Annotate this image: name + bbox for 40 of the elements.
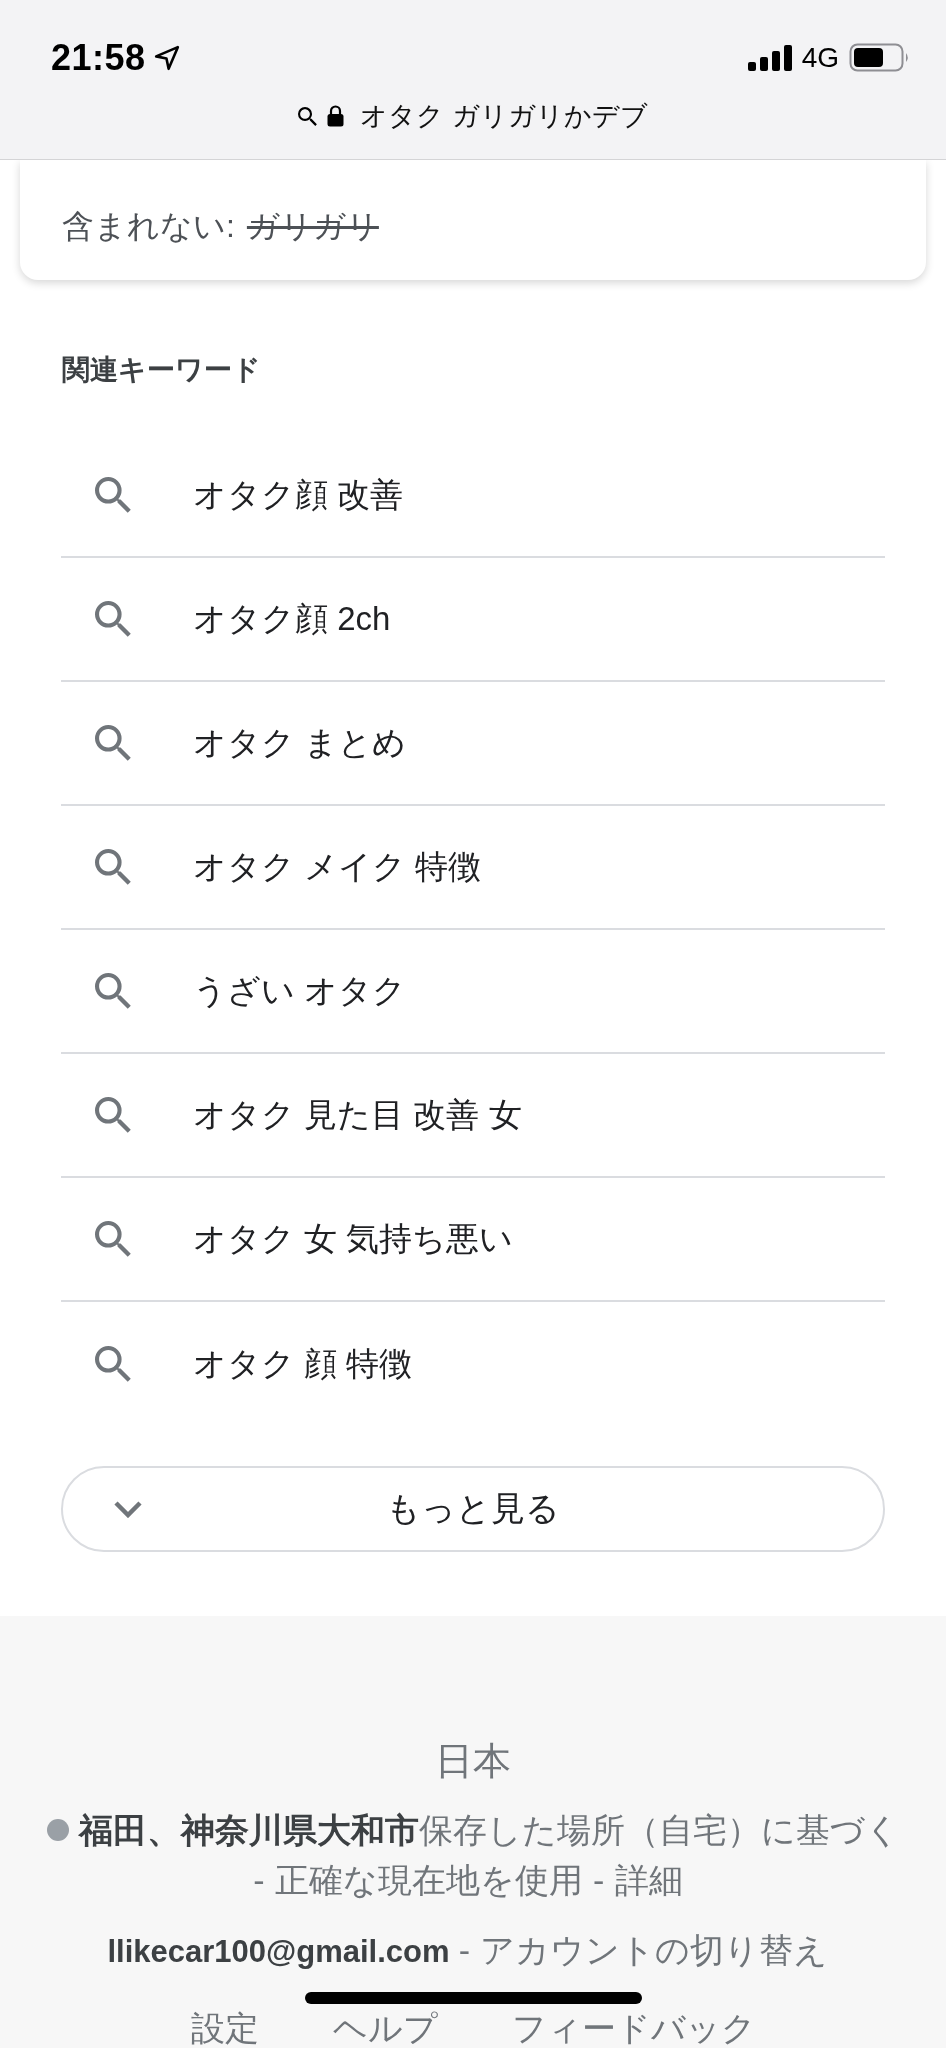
search-icon [95,725,131,761]
related-search-link[interactable]: オタク まとめ [61,682,885,806]
related-search-link[interactable]: オタク顔 改善 [61,434,885,558]
footer-link[interactable]: 正確な現在地を使用 [274,1861,583,1899]
section-title: 関連キーワード [62,354,261,386]
network-type: 4G [801,41,839,74]
location-text: 福田、神奈川県大和市保存した場所（自宅）に基づく [78,1810,900,1851]
footer-link[interactable]: 設定 [190,2008,259,2048]
search-icon [95,477,131,513]
related-search-link[interactable]: オタク 見た目 改善 女 [61,1054,885,1178]
related-search-link[interactable]: オタク顔 2ch [61,558,885,682]
battery-icon [849,43,910,73]
location-actions: - 正確な現在地を使用 - 詳細 [253,1860,684,1901]
footer-link[interactable]: ヘルプ [332,2008,438,2048]
clock-time: 21:58 [51,36,146,79]
missing-term: ガリガリ [246,208,379,244]
switch-account-link[interactable]: アカウントの切り替え [480,1931,829,1969]
related-search-link[interactable]: オタク 女 気持ち悪い [61,1178,885,1302]
location-arrow-icon [153,44,180,71]
search-icon [95,973,131,1009]
footer-link[interactable]: 詳細 [614,1861,683,1899]
search-icon [95,1221,131,1257]
show-more-button[interactable]: もっと見る [61,1466,885,1552]
country-name: 日本 [435,1739,511,1784]
address-bar[interactable]: オタク ガリガリかデブ [298,98,648,135]
location-dot-icon [46,1819,69,1841]
signal-bars-icon [747,44,792,71]
chevron-down-icon [113,1500,143,1518]
search-icon [95,1346,131,1382]
footer-link[interactable]: フィードバック [511,2008,756,2048]
related-search-link[interactable]: うざい オタク [61,930,885,1054]
missing-label: 含まれない: [62,208,235,244]
related-search-link[interactable]: オタク メイク 特徴 [61,806,885,930]
search-icon [95,601,131,637]
lock-icon [327,105,345,128]
account-line: llikecar100@gmail.com - アカウントの切り替え [107,1930,830,1971]
search-icon [95,849,131,885]
related-search-link[interactable]: オタク 顔 特徴 [61,1302,885,1426]
search-icon [95,1097,131,1133]
search-icon [298,106,318,126]
